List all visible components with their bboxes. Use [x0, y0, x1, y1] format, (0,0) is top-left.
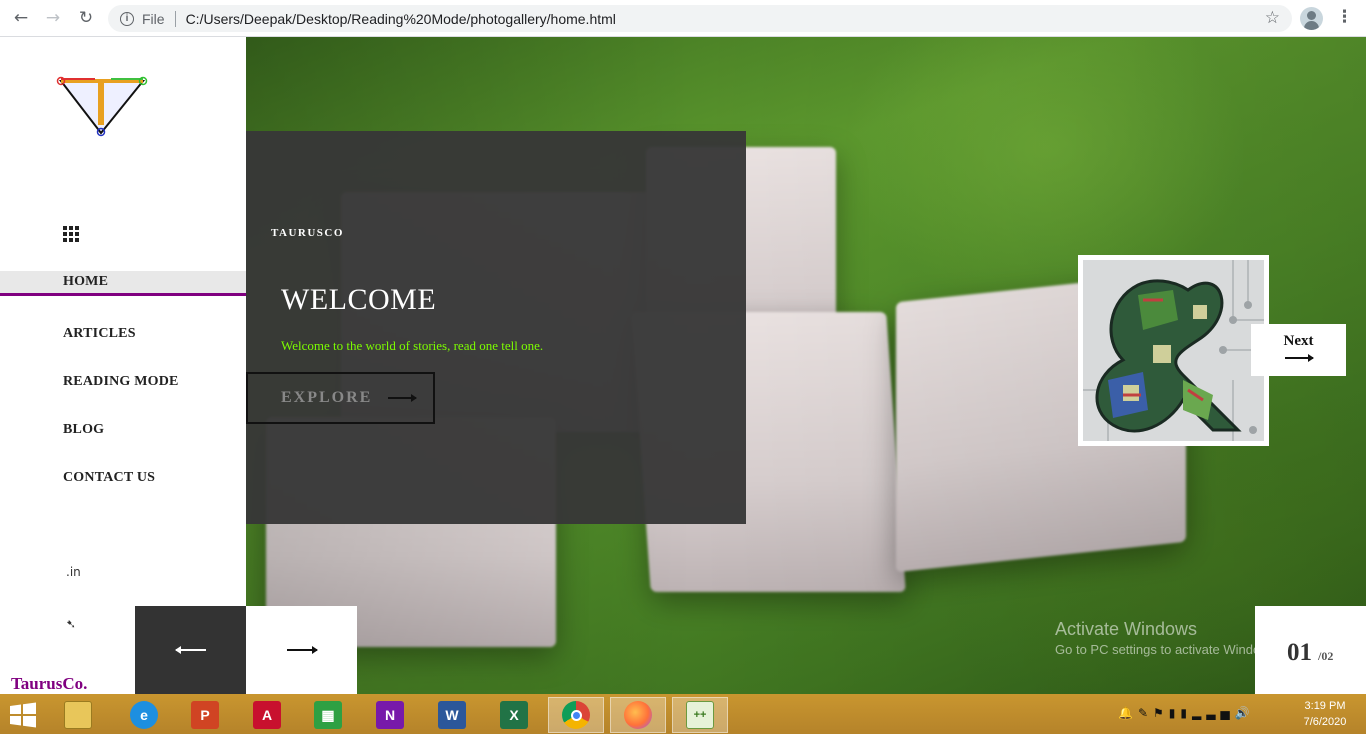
back-icon[interactable]: ← — [5, 2, 37, 34]
sidebar: HOME ARTICLES READING MODE BLOG CONTACT … — [0, 37, 246, 694]
firefox-icon[interactable] — [610, 697, 666, 733]
taskbar-clock[interactable]: 3:19 PM 7/6/2020 — [1292, 698, 1358, 730]
explore-button[interactable]: EXPLORE — [246, 372, 435, 424]
forward-icon[interactable]: → — [37, 2, 69, 34]
grid-menu-icon[interactable] — [63, 226, 79, 242]
explore-label: EXPLORE — [281, 389, 373, 406]
clock-time: 3:19 PM — [1304, 700, 1346, 712]
nav-blog[interactable]: BLOG — [0, 419, 246, 445]
next-button[interactable]: Next — [1251, 324, 1346, 376]
onenote-icon[interactable]: N — [362, 697, 418, 733]
slide-counter: 01 /02 — [1255, 606, 1366, 694]
arrow-right-icon — [388, 394, 418, 402]
brand-name: TaurusCo. — [11, 674, 88, 693]
browser-toolbar: ← → ↻ i File C:/Users/Deepak/Desktop/Rea… — [0, 0, 1366, 37]
hero-title: WELCOME — [281, 283, 437, 316]
word-icon[interactable]: W — [424, 697, 480, 733]
profile-avatar[interactable] — [1300, 7, 1323, 30]
bookmark-star-icon[interactable]: ☆ — [1265, 8, 1280, 28]
windows-taskbar: e P A ▦ N W X ++ 🔔✎⚑▮▮▂▃▅🔊 3:19 PM 7/6/2… — [0, 694, 1366, 734]
file-explorer-icon[interactable] — [50, 697, 106, 733]
url-separator — [174, 10, 176, 27]
arrow-left-icon — [174, 646, 206, 654]
arrow-right-icon — [1284, 354, 1314, 362]
nav-contact-us[interactable]: CONTACT US — [0, 467, 246, 493]
store-icon[interactable]: ▦ — [300, 697, 356, 733]
hero-subtitle: Welcome to the world of stories, read on… — [281, 338, 544, 353]
browser-menu-icon[interactable]: ⋮ — [1336, 7, 1353, 27]
welcome-panel: TAURUSCO WELCOME Welcome to the world of… — [246, 131, 746, 524]
arrow-right-icon — [286, 646, 318, 654]
page-viewport: HOME ARTICLES READING MODE BLOG CONTACT … — [0, 37, 1366, 694]
url-text[interactable]: C:/Users/Deepak/Desktop/Reading%20Mode/p… — [186, 11, 616, 27]
site-kicker: TAURUSCO — [271, 227, 344, 239]
next-slide-thumbnail[interactable] — [1078, 255, 1269, 446]
notepad-plus-plus-icon[interactable]: ++ — [672, 697, 728, 733]
internet-explorer-icon[interactable]: e — [116, 697, 172, 733]
next-slide-button[interactable] — [246, 606, 357, 694]
watermark-title: Activate Windows — [1055, 619, 1198, 639]
nav-home[interactable]: HOME — [0, 271, 246, 296]
clock-date: 7/6/2020 — [1303, 716, 1347, 728]
watermark-subtitle: Go to PC settings to activate Windows. — [1055, 642, 1280, 657]
activate-windows-watermark: Activate Windows Go to PC settings to ac… — [1055, 619, 1280, 657]
windows-start-icon[interactable] — [8, 702, 38, 728]
address-bar[interactable]: i File C:/Users/Deepak/Desktop/Reading%2… — [108, 5, 1292, 32]
current-slide-number: 01 — [1287, 639, 1312, 666]
info-icon[interactable]: i — [120, 11, 134, 26]
system-tray-icons[interactable]: 🔔✎⚑▮▮▂▃▅🔊 — [1118, 706, 1255, 720]
total-slides: /02 — [1318, 649, 1334, 663]
chrome-icon[interactable] — [548, 697, 604, 733]
url-scheme: File — [142, 10, 165, 27]
prev-slide-button[interactable] — [135, 606, 246, 694]
linkedin-icon[interactable]: .in — [66, 565, 81, 579]
reload-icon[interactable]: ↻ — [70, 2, 102, 34]
excel-icon[interactable]: X — [486, 697, 542, 733]
acrobat-icon[interactable]: A — [239, 697, 295, 733]
next-label: Next — [1283, 333, 1314, 349]
nav-reading-mode[interactable]: READING MODE — [0, 371, 246, 397]
circuit-ampersand-image — [1083, 260, 1264, 441]
nav-articles[interactable]: ARTICLES — [0, 323, 246, 349]
taurus-logo[interactable] — [55, 75, 150, 137]
social-icon[interactable]: ➷ — [66, 617, 76, 631]
powerpoint-icon[interactable]: P — [177, 697, 233, 733]
